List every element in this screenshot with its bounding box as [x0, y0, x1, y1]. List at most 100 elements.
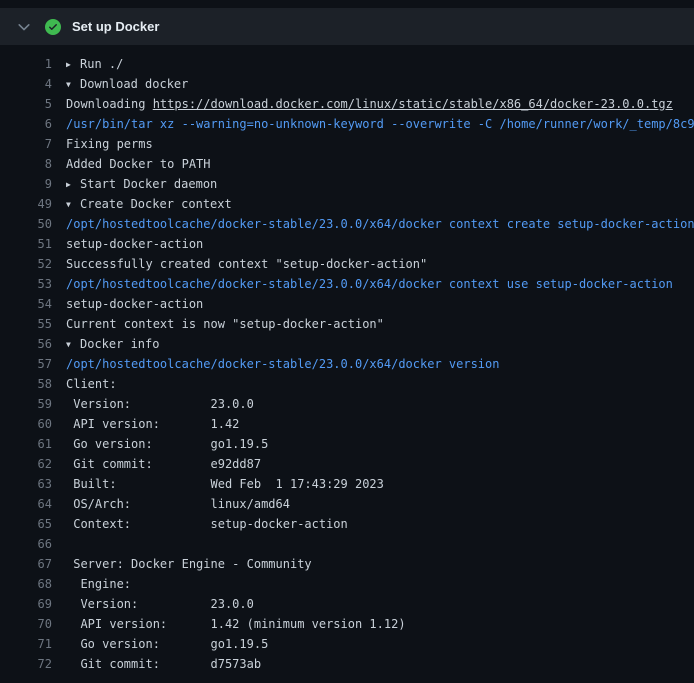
- line-number[interactable]: 6: [0, 114, 52, 134]
- line-number[interactable]: 66: [0, 534, 52, 554]
- line-number[interactable]: 4: [0, 74, 52, 94]
- log-line: 67 Server: Docker Engine - Community: [0, 554, 694, 574]
- log-text-segment: Version: 23.0.0: [66, 597, 254, 611]
- log-text: Built: Wed Feb 1 17:43:29 2023: [66, 474, 694, 494]
- log-line: 1 ▶Run ./: [0, 54, 694, 74]
- log-text: /opt/hostedtoolcache/docker-stable/23.0.…: [66, 214, 694, 234]
- line-number[interactable]: 70: [0, 614, 52, 634]
- line-number[interactable]: 5: [0, 94, 52, 114]
- log-text-segment: Version: 23.0.0: [66, 397, 254, 411]
- log-group-toggle[interactable]: ▶Start Docker daemon: [66, 174, 694, 194]
- line-number[interactable]: 59: [0, 394, 52, 414]
- log-line: 69 Version: 23.0.0: [0, 594, 694, 614]
- log-text: /usr/bin/tar xz --warning=no-unknown-key…: [66, 114, 694, 134]
- log-text-segment: Docker info: [80, 337, 159, 351]
- line-number[interactable]: 7: [0, 134, 52, 154]
- log-text: [66, 534, 694, 554]
- log-text: API version: 1.42 (minimum version 1.12): [66, 614, 694, 634]
- log-line: 9 ▶Start Docker daemon: [0, 174, 694, 194]
- line-number[interactable]: 63: [0, 474, 52, 494]
- line-number[interactable]: 53: [0, 274, 52, 294]
- line-number[interactable]: 65: [0, 514, 52, 534]
- log-text-segment: Run ./: [80, 57, 123, 71]
- log-text-segment: Successfully created context "setup-dock…: [66, 257, 427, 271]
- triangle-down-icon[interactable]: ▼: [66, 335, 80, 354]
- log-text-segment: /usr/bin/tar xz --warning=no-unknown-key…: [66, 117, 694, 131]
- log-text-segment: setup-docker-action: [66, 237, 203, 251]
- log-text: Version: 23.0.0: [66, 594, 694, 614]
- line-number[interactable]: 51: [0, 234, 52, 254]
- line-number[interactable]: 67: [0, 554, 52, 574]
- log-line: 60 API version: 1.42: [0, 414, 694, 434]
- line-number[interactable]: 58: [0, 374, 52, 394]
- log-text: API version: 1.42: [66, 414, 694, 434]
- log-text: Go version: go1.19.5: [66, 634, 694, 654]
- log-text: Fixing perms: [66, 134, 694, 154]
- line-number[interactable]: 71: [0, 634, 52, 654]
- log-text-segment: Create Docker context: [80, 197, 232, 211]
- log-text-segment: Git commit: e92dd87: [66, 457, 261, 471]
- log-text: /opt/hostedtoolcache/docker-stable/23.0.…: [66, 274, 694, 294]
- line-number[interactable]: 8: [0, 154, 52, 174]
- log-line: 61 Go version: go1.19.5: [0, 434, 694, 454]
- log-text: Go version: go1.19.5: [66, 434, 694, 454]
- log-group-toggle[interactable]: ▼Download docker: [66, 74, 694, 94]
- log-text-segment: Git commit: d7573ab: [66, 657, 261, 671]
- triangle-right-icon[interactable]: ▶: [66, 175, 80, 194]
- log-group-toggle[interactable]: ▶Run ./: [66, 54, 694, 74]
- log-line: 5 Downloading https://download.docker.com…: [0, 94, 694, 114]
- line-number[interactable]: 9: [0, 174, 52, 194]
- log-text: Git commit: e92dd87: [66, 454, 694, 474]
- log-text: Downloading https://download.docker.com/…: [66, 94, 694, 114]
- log-line: 4 ▼Download docker: [0, 74, 694, 94]
- line-number[interactable]: 69: [0, 594, 52, 614]
- log-text-segment: Built: Wed Feb 1 17:43:29 2023: [66, 477, 384, 491]
- log-text: Git commit: d7573ab: [66, 654, 694, 674]
- line-number[interactable]: 56: [0, 334, 52, 354]
- log-text-segment: Go version: go1.19.5: [66, 437, 268, 451]
- log-text: Version: 23.0.0: [66, 394, 694, 414]
- log-line: 70 API version: 1.42 (minimum version 1.…: [0, 614, 694, 634]
- log-text: Added Docker to PATH: [66, 154, 694, 174]
- triangle-down-icon[interactable]: ▼: [66, 75, 80, 94]
- log-group-toggle[interactable]: ▼Create Docker context: [66, 194, 694, 214]
- log-text-segment: setup-docker-action: [66, 297, 203, 311]
- log-text-segment: OS/Arch: linux/amd64: [66, 497, 290, 511]
- line-number[interactable]: 72: [0, 654, 52, 674]
- log-text-segment: Downloading: [66, 97, 153, 111]
- line-number[interactable]: 68: [0, 574, 52, 594]
- log-text: setup-docker-action: [66, 294, 694, 314]
- log-line: 63 Built: Wed Feb 1 17:43:29 2023: [0, 474, 694, 494]
- step-header[interactable]: Set up Docker: [0, 8, 694, 45]
- line-number[interactable]: 1: [0, 54, 52, 74]
- log-container: 1▶Run ./4▼Download docker5Downloading ht…: [0, 45, 694, 683]
- log-line: 49 ▼Create Docker context: [0, 194, 694, 214]
- line-number[interactable]: 64: [0, 494, 52, 514]
- line-number[interactable]: 55: [0, 314, 52, 334]
- line-number[interactable]: 61: [0, 434, 52, 454]
- line-number[interactable]: 50: [0, 214, 52, 234]
- line-number[interactable]: 52: [0, 254, 52, 274]
- log-line: 8 Added Docker to PATH: [0, 154, 694, 174]
- log-link[interactable]: https://download.docker.com/linux/static…: [153, 97, 673, 111]
- log-text-segment: Engine:: [66, 577, 131, 591]
- log-line: 62 Git commit: e92dd87: [0, 454, 694, 474]
- log-line: 52 Successfully created context "setup-do…: [0, 254, 694, 274]
- log-group-toggle[interactable]: ▼Docker info: [66, 334, 694, 354]
- log-text: Client:: [66, 374, 694, 394]
- log-text: OS/Arch: linux/amd64: [66, 494, 694, 514]
- log-line: 66: [0, 534, 694, 554]
- triangle-down-icon[interactable]: ▼: [66, 195, 80, 214]
- line-number[interactable]: 60: [0, 414, 52, 434]
- line-number[interactable]: 54: [0, 294, 52, 314]
- triangle-right-icon[interactable]: ▶: [66, 55, 80, 74]
- success-check-icon: [45, 19, 61, 35]
- line-number[interactable]: 57: [0, 354, 52, 374]
- log-text-segment: Fixing perms: [66, 137, 153, 151]
- log-line: 71 Go version: go1.19.5: [0, 634, 694, 654]
- line-number[interactable]: 62: [0, 454, 52, 474]
- chevron-down-icon[interactable]: [16, 19, 32, 35]
- line-number[interactable]: 49: [0, 194, 52, 214]
- log-text: Server: Docker Engine - Community: [66, 554, 694, 574]
- step-title: Set up Docker: [72, 19, 159, 34]
